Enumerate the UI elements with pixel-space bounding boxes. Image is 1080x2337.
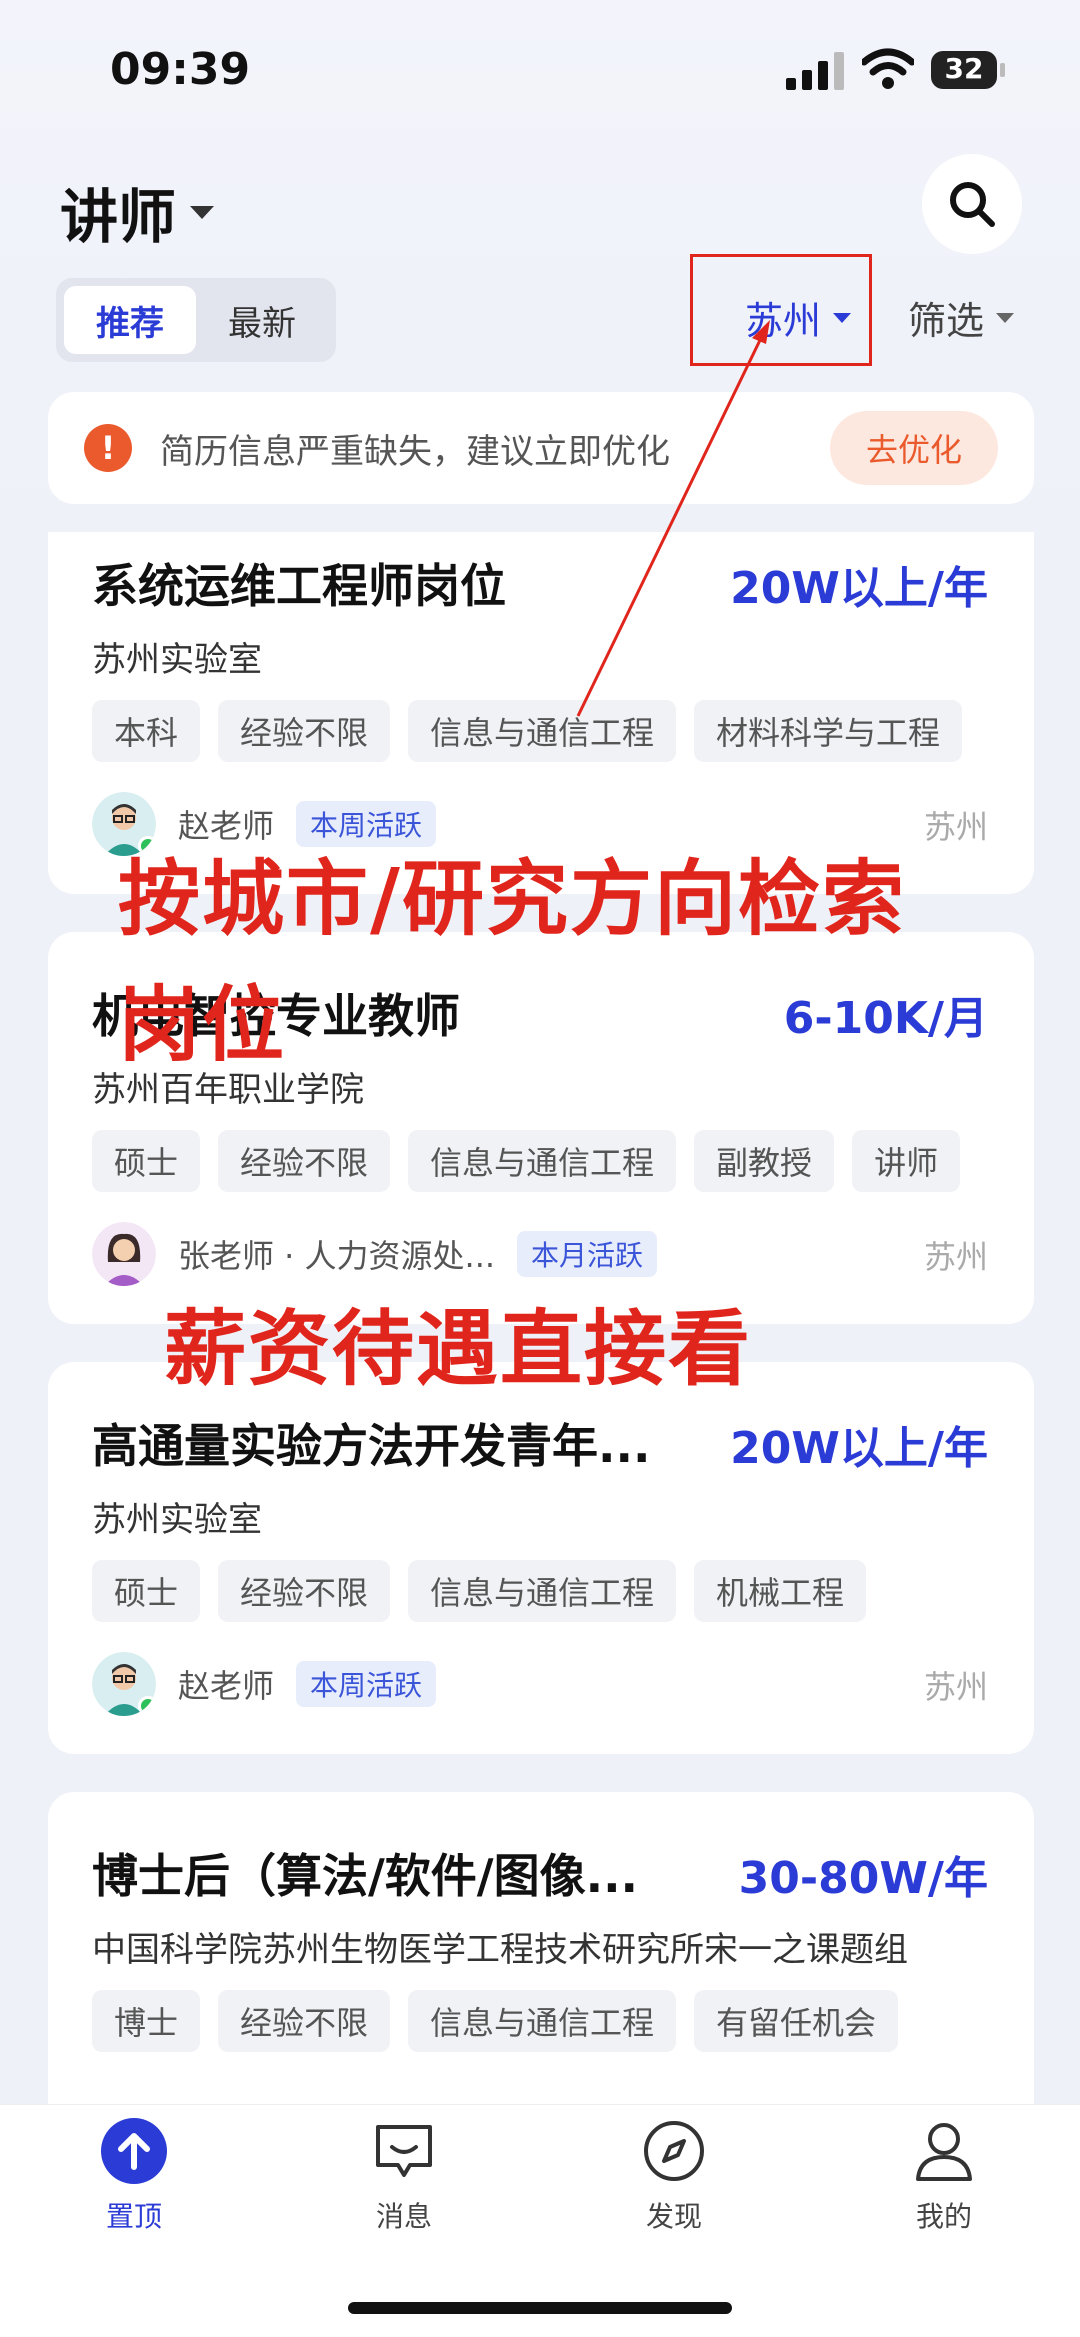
job-title: 高通量实验方法开发青年...: [92, 1419, 651, 1473]
home-indicator: [348, 2302, 732, 2314]
job-tag: 有留任机会: [694, 1990, 899, 2052]
job-tag: 经验不限: [218, 1130, 391, 1192]
person-icon: [916, 2123, 972, 2181]
job-card[interactable]: 博士后（算法/软件/图像... 30-80W/年 中国科学院苏州生物医学工程技术…: [48, 1792, 1034, 2132]
job-tag: 博士: [92, 1990, 201, 2052]
job-tags: 硕士 经验不限 信息与通信工程 副教授 讲师: [92, 1130, 961, 1192]
job-title: 博士后（算法/软件/图像...: [92, 1849, 639, 1903]
message-icon: [376, 2125, 432, 2177]
recruiter-row: 张老师 · 人力资源处... 本月活跃: [92, 1222, 658, 1286]
job-card[interactable]: 高通量实验方法开发青年... 20W以上/年 苏州实验室 硕士 经验不限 信息与…: [48, 1362, 1034, 1754]
job-tag: 信息与通信工程: [408, 1130, 677, 1192]
job-location: 苏州: [923, 808, 988, 846]
job-salary: 30-80W/年: [738, 1853, 988, 1904]
job-tag: 硕士: [92, 1560, 201, 1622]
online-indicator: [138, 1696, 156, 1716]
annotation-text: 按城市/研究方向检索: [118, 852, 906, 947]
job-tag: 经验不限: [218, 1560, 391, 1622]
job-salary: 6-10K/月: [783, 993, 988, 1044]
annotation-text: 岗位: [118, 978, 287, 1073]
tab-label: 发现: [645, 2200, 702, 2233]
tab-label: 我的: [915, 2200, 972, 2233]
job-tag: 信息与通信工程: [408, 1990, 677, 2052]
tab-top[interactable]: 置顶: [54, 2117, 214, 2235]
job-tag: 机械工程: [694, 1560, 867, 1622]
activity-badge: 本月活跃: [517, 1231, 658, 1277]
tab-discover[interactable]: 发现: [594, 2117, 754, 2235]
job-salary: 20W以上/年: [730, 1423, 988, 1474]
job-tag: 信息与通信工程: [408, 1560, 677, 1622]
avatar: [92, 1222, 156, 1286]
job-location: 苏州: [923, 1238, 988, 1276]
arrow-up-icon: [101, 2118, 167, 2184]
annotation-text: 薪资待遇直接看: [164, 1302, 753, 1397]
recruiter-row: 赵老师 本周活跃: [92, 1652, 437, 1716]
avatar: [92, 1652, 156, 1716]
tab-profile[interactable]: 我的: [864, 2117, 1024, 2235]
job-tag: 硕士: [92, 1130, 201, 1192]
compass-icon: [644, 2121, 704, 2181]
job-organization: 苏州实验室: [92, 1500, 262, 1540]
job-tags: 博士 经验不限 信息与通信工程 有留任机会: [92, 1990, 899, 2052]
recruiter-name: 张老师 · 人力资源处...: [178, 1237, 496, 1275]
recruiter-name: 赵老师: [178, 1667, 275, 1705]
job-location: 苏州: [923, 1668, 988, 1706]
tab-label: 消息: [375, 2200, 432, 2233]
job-tag: 讲师: [852, 1130, 961, 1192]
tab-messages[interactable]: 消息: [324, 2117, 484, 2235]
job-tags: 硕士 经验不限 信息与通信工程 机械工程: [92, 1560, 867, 1622]
job-organization: 中国科学院苏州生物医学工程技术研究所宋一之课题组: [92, 1930, 908, 1970]
activity-badge: 本周活跃: [296, 1661, 437, 1707]
annotation-arrow: [576, 320, 770, 717]
job-tag: 副教授: [694, 1130, 835, 1192]
tab-label: 置顶: [105, 2200, 162, 2233]
job-tag: 经验不限: [218, 1990, 391, 2052]
